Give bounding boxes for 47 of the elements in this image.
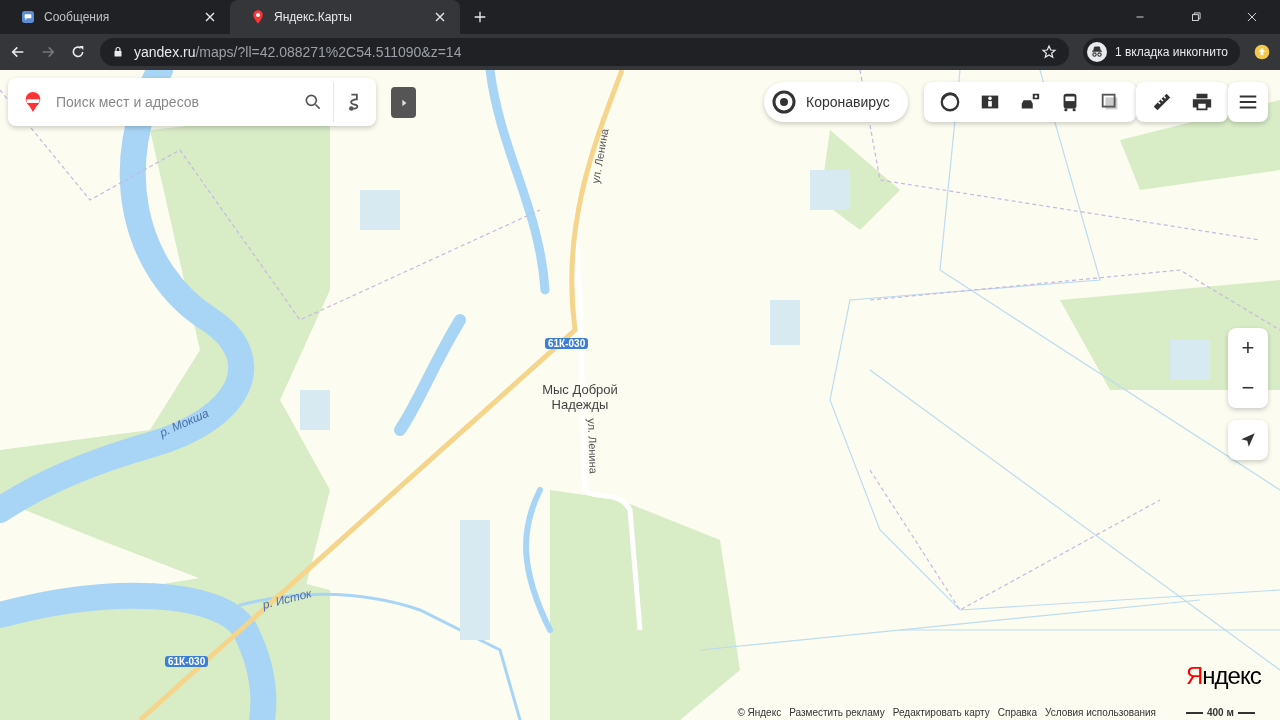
footer-link[interactable]: Редактировать карту <box>892 707 990 718</box>
street-label: ул. Ленина <box>585 418 600 474</box>
search-icon[interactable] <box>303 92 323 112</box>
collapse-button[interactable] <box>391 87 416 118</box>
message-icon <box>20 9 36 25</box>
forward-icon <box>40 44 56 60</box>
yandex-logo: Яндекс <box>1186 662 1261 690</box>
url-text: yandex.ru/maps/?ll=42.088271%2C54.511090&z=14 <box>134 44 463 60</box>
update-icon[interactable] <box>1254 44 1270 60</box>
ruler-icon[interactable] <box>1151 91 1173 113</box>
footer-link[interactable]: Справка <box>997 707 1037 718</box>
footer-link[interactable]: Разместить рекламу <box>789 707 885 718</box>
restore-icon[interactable] <box>1189 10 1203 24</box>
circle-icon[interactable] <box>939 91 961 113</box>
zoom-out-button[interactable]: − <box>1228 368 1268 408</box>
river-label: р. Исток <box>261 586 314 612</box>
browser-tab[interactable]: Яндекс.Карты <box>230 0 460 34</box>
pond <box>360 190 400 230</box>
pond <box>770 300 800 345</box>
lock-icon <box>112 45 124 59</box>
scale-label: 400 м <box>1207 707 1234 718</box>
plus-icon[interactable] <box>472 9 488 25</box>
browser-tab[interactable]: Сообщения <box>0 0 230 34</box>
coronavirus-button[interactable]: Коронавирус <box>764 82 908 122</box>
road-number-badge: 61К-030 <box>545 338 589 349</box>
zoom-in-button[interactable]: + <box>1228 328 1268 368</box>
target-icon <box>772 90 796 114</box>
copyright-text: © Яндекс <box>737 707 782 718</box>
street-label: ул. Ленина <box>589 127 611 185</box>
printer-icon[interactable] <box>1191 91 1213 113</box>
footer-link[interactable]: Условия использования <box>1045 707 1156 718</box>
arrow-icon <box>1239 431 1257 449</box>
pond <box>300 390 330 430</box>
map-pin-icon <box>250 9 266 25</box>
back-icon[interactable] <box>10 44 26 60</box>
road-number-badge: 61К-030 <box>165 656 209 667</box>
incognito-icon <box>1086 42 1107 62</box>
search-field[interactable]: Поиск мест и адресов <box>54 93 293 111</box>
incognito-button[interactable]: 1 вкладка инкогнито <box>1082 38 1240 66</box>
reload-icon[interactable] <box>70 44 86 60</box>
close-icon[interactable] <box>1245 10 1259 24</box>
star-icon[interactable] <box>1040 44 1057 60</box>
address-bar[interactable]: yandex.ru/maps/?ll=42.088271%2C54.511090&z=14 <box>100 38 1069 66</box>
locate-button[interactable] <box>1228 420 1268 460</box>
place-label: Мыс Доброй Надежды <box>541 382 619 412</box>
pond <box>1170 340 1210 380</box>
pond <box>810 170 850 210</box>
